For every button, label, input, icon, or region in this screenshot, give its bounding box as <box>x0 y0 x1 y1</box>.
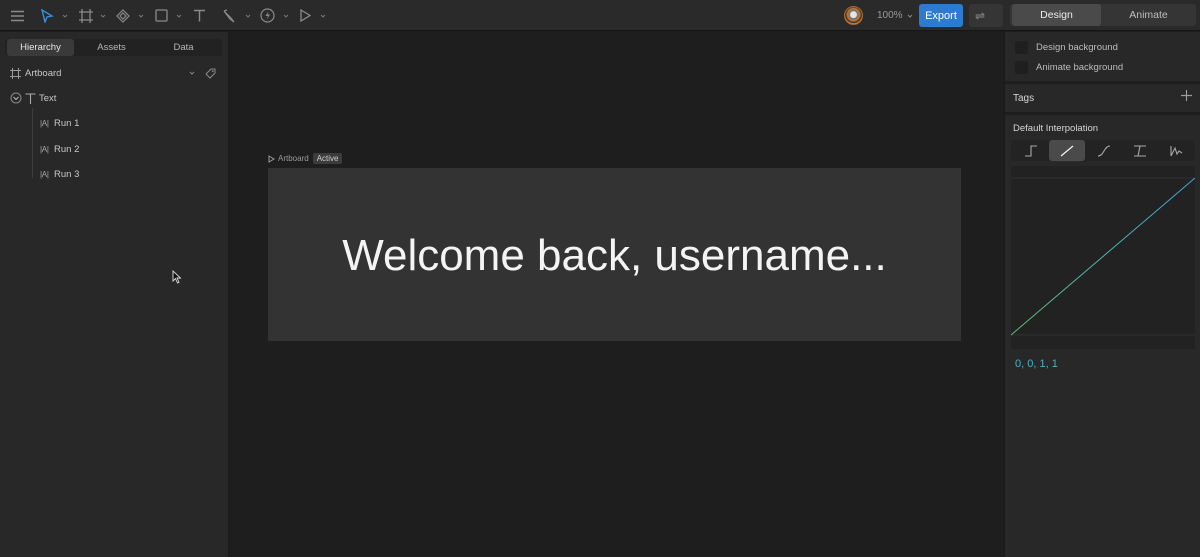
animate-background-swatch[interactable] <box>1015 60 1028 74</box>
animate-mode-button[interactable]: Animate <box>1103 4 1194 26</box>
tree-label-run: Run 2 <box>54 143 80 155</box>
spring-interpolation-icon[interactable] <box>1158 140 1194 161</box>
pen-tool-icon[interactable] <box>222 0 237 31</box>
tree-label-run: Run 1 <box>54 117 80 129</box>
text-run-icon: |A| <box>40 144 49 154</box>
tags-title: Tags <box>1013 93 1035 104</box>
section-divider <box>1005 81 1200 84</box>
event-tool-icon[interactable] <box>260 0 275 31</box>
add-tag-icon[interactable] <box>1181 90 1192 101</box>
menu-icon[interactable] <box>10 0 25 31</box>
tab-assets[interactable]: Assets <box>78 39 145 56</box>
top-toolbar: 100% Export ⇌ Design Animate <box>0 0 1200 31</box>
mode-switch: Design Animate <box>1010 4 1196 26</box>
design-background-swatch[interactable] <box>1015 40 1028 54</box>
design-mode-button[interactable]: Design <box>1012 4 1101 26</box>
chevron-down-icon[interactable] <box>320 13 326 19</box>
tab-hierarchy[interactable]: Hierarchy <box>7 39 74 56</box>
interpolation-title: Default Interpolation <box>1013 123 1099 134</box>
tree-label-artboard: Artboard <box>25 67 62 79</box>
interpolation-curve-line <box>1010 177 1196 336</box>
text-run-icon: |A| <box>40 169 49 179</box>
zoom-dropdown[interactable]: 100% <box>877 0 913 31</box>
interpolation-selector <box>1011 140 1195 161</box>
design-background-row[interactable]: Design background <box>1015 37 1118 57</box>
chevron-down-icon[interactable] <box>283 13 289 19</box>
interpolation-curve-graph[interactable] <box>1010 166 1196 349</box>
chevron-down-icon[interactable] <box>62 13 68 19</box>
tree-label-text: Text <box>39 92 57 104</box>
tab-data[interactable]: Data <box>150 39 217 56</box>
chevron-down-icon[interactable] <box>189 70 195 76</box>
tree-row-artboard[interactable]: Artboard <box>0 63 229 83</box>
swap-icon: ⇌ <box>975 8 986 23</box>
play-icon[interactable] <box>299 0 311 31</box>
tree-label-run: Run 3 <box>54 168 80 180</box>
artboard-name: Artboard <box>278 154 309 163</box>
shape-tool-icon[interactable] <box>155 0 168 31</box>
cubic-interpolation-icon[interactable] <box>1086 140 1122 161</box>
play-icon[interactable] <box>268 154 275 163</box>
tree-row-text[interactable]: Text <box>0 88 229 108</box>
mouse-cursor-icon <box>172 270 182 284</box>
text-tool-icon[interactable] <box>193 0 206 31</box>
user-avatar[interactable] <box>844 6 863 25</box>
tree-row-run-3[interactable]: |A| Run 3 <box>0 164 229 184</box>
tag-icon[interactable] <box>205 68 216 79</box>
tree-row-run-2[interactable]: |A| Run 2 <box>0 139 229 159</box>
chevron-down-icon[interactable] <box>245 13 251 19</box>
panel-tabs: Hierarchy Assets Data <box>5 39 222 56</box>
curve-graph-svg <box>1010 177 1196 336</box>
swap-button[interactable]: ⇌ <box>969 4 1003 27</box>
export-button[interactable]: Export <box>919 4 963 27</box>
right-panel: Design background Animate background Tag… <box>1004 32 1200 557</box>
bones-tool-icon[interactable] <box>116 0 130 31</box>
animate-background-label: Animate background <box>1036 61 1124 73</box>
chevron-down-icon[interactable] <box>100 13 106 19</box>
zoom-label: 100% <box>877 10 903 21</box>
text-icon <box>25 92 36 104</box>
artboard[interactable]: Welcome back, username... <box>268 168 961 341</box>
artboard-text[interactable]: Welcome back, username... <box>268 168 961 341</box>
select-tool-icon[interactable] <box>40 0 54 31</box>
left-panel: Hierarchy Assets Data Artboard Text |A| … <box>0 32 229 557</box>
curve-value-readout[interactable]: 0, 0, 1, 1 <box>1015 358 1058 370</box>
artboard-icon <box>10 67 21 79</box>
chevron-down-icon <box>907 14 912 18</box>
collapse-toggle-icon[interactable] <box>10 92 22 104</box>
hold-interpolation-icon[interactable] <box>1013 140 1049 161</box>
artboard-tool-icon[interactable] <box>79 0 93 31</box>
text-run-icon: |A| <box>40 118 49 128</box>
chevron-down-icon[interactable] <box>138 13 144 19</box>
app-window: 100% Export ⇌ Design Animate Hierarchy A… <box>0 0 1200 557</box>
artboard-header[interactable]: Artboard Active <box>268 153 343 164</box>
section-divider <box>1005 112 1200 115</box>
elastic-interpolation-icon[interactable] <box>1122 140 1158 161</box>
design-background-label: Design background <box>1036 41 1118 53</box>
tree-row-run-1[interactable]: |A| Run 1 <box>0 113 229 133</box>
active-badge: Active <box>312 153 343 164</box>
linear-interpolation-icon[interactable] <box>1049 140 1085 161</box>
chevron-down-icon[interactable] <box>176 13 182 19</box>
animate-background-row[interactable]: Animate background <box>1015 57 1123 77</box>
